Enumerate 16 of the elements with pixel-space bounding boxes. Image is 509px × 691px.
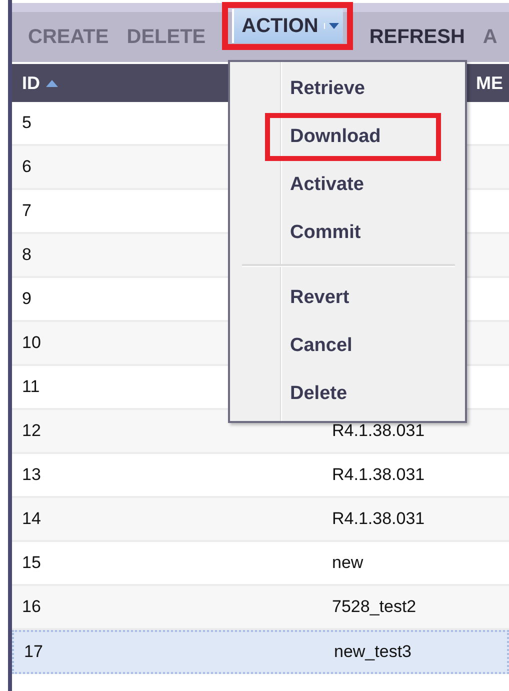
id-cell-text: 7 — [21, 201, 32, 221]
table-cell-text: 7528_test2 — [331, 597, 418, 617]
id-cell-text: 14 — [21, 509, 42, 529]
id-cell-text: 6 — [21, 157, 32, 177]
id-cell-text: 5 — [21, 113, 32, 133]
table-cell-text: R4.1.38.031 — [331, 421, 426, 441]
id-cell-text: 16 — [21, 597, 42, 617]
id-cell-text: 15 — [21, 553, 42, 573]
table-cell-text: R4.1.38.031 — [331, 509, 426, 529]
id-cell-text: 17 — [23, 642, 44, 662]
id-cell-text: 8 — [21, 245, 32, 265]
id-cell-text: 13 — [21, 465, 42, 485]
table-cell-text: R4.1.38.031 — [331, 465, 426, 485]
table-cell-text: new_test3 — [333, 642, 412, 662]
id-cell-text: 12 — [21, 421, 42, 441]
table-cell-text: new — [331, 553, 364, 573]
